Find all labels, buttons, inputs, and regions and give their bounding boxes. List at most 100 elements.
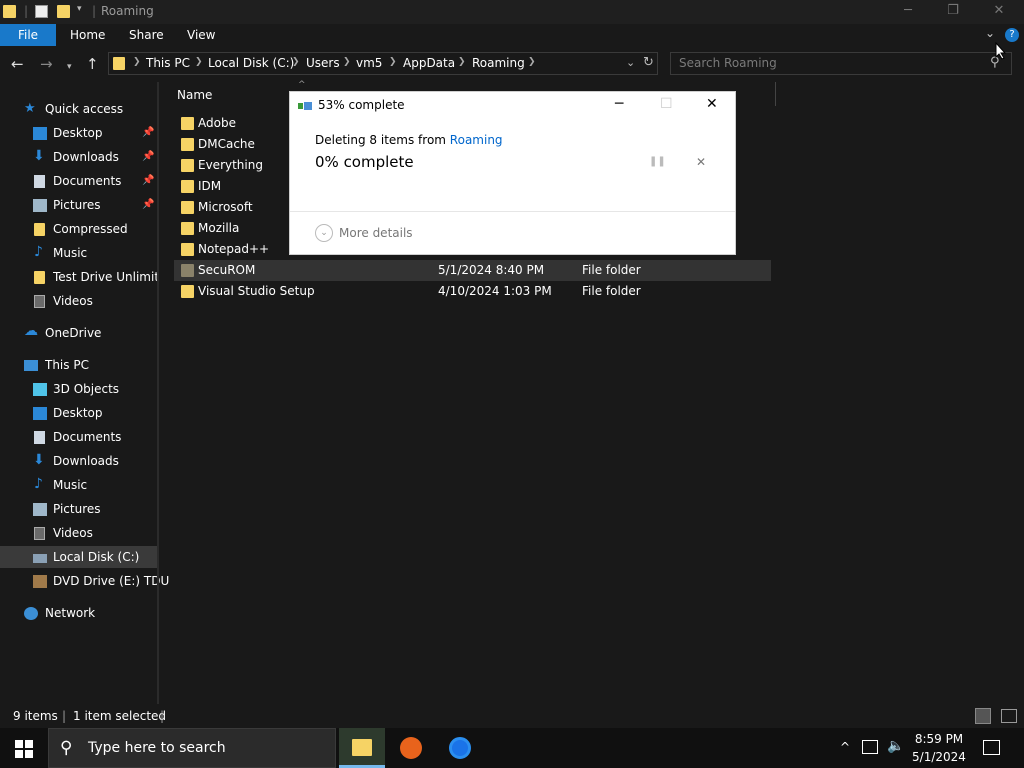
expand-ribbon-icon[interactable]: ⌄ bbox=[985, 26, 995, 40]
chevron-right-icon[interactable]: ❯ bbox=[133, 57, 141, 67]
nav-item-downloads[interactable]: ⬇ Downloads 📌 bbox=[0, 147, 157, 169]
nav-label: Pictures bbox=[53, 502, 101, 516]
nav-this-pc[interactable]: This PC bbox=[0, 355, 157, 377]
nav-item-pc-documents[interactable]: Documents bbox=[0, 427, 157, 449]
chevron-right-icon[interactable]: ❯ bbox=[528, 57, 536, 67]
back-icon[interactable]: ← bbox=[11, 55, 24, 73]
chevron-right-icon[interactable]: ❯ bbox=[292, 57, 300, 67]
nav-item-local-disk[interactable]: Local Disk (C:) bbox=[0, 547, 157, 569]
documents-icon bbox=[34, 175, 45, 188]
crumb-vm5[interactable]: vm5 bbox=[356, 56, 382, 70]
table-row[interactable]: Visual Studio Setup 4/10/2024 1:03 PM Fi… bbox=[174, 281, 771, 302]
browser-icon[interactable] bbox=[449, 737, 471, 759]
chevron-right-icon[interactable]: ❯ bbox=[195, 57, 203, 67]
folder-icon bbox=[181, 117, 194, 130]
large-icons-view-icon[interactable] bbox=[1001, 709, 1017, 723]
crumb-users[interactable]: Users bbox=[306, 56, 340, 70]
volume-muted-icon[interactable]: 🔈 bbox=[887, 738, 904, 754]
pin-icon[interactable]: 📌 bbox=[142, 199, 154, 210]
clock-time[interactable]: 8:59 PM bbox=[909, 732, 969, 746]
more-details-button[interactable]: More details bbox=[339, 226, 413, 240]
minimize-icon[interactable]: ─ bbox=[885, 0, 931, 24]
show-hidden-icons-icon[interactable]: ^ bbox=[840, 740, 850, 754]
nav-label: Desktop bbox=[53, 406, 103, 420]
nav-item-dvd-drive[interactable]: DVD Drive (E:) TDU bbox=[0, 571, 169, 593]
file-date: 4/10/2024 1:03 PM bbox=[438, 284, 552, 298]
forward-icon[interactable]: → bbox=[40, 55, 53, 73]
address-bar[interactable] bbox=[108, 52, 658, 75]
more-details-chevron-icon[interactable]: ⌄ bbox=[315, 224, 333, 242]
nav-item-test-drive[interactable]: Test Drive Unlimited bbox=[0, 267, 157, 289]
nav-network[interactable]: Network bbox=[0, 603, 157, 625]
chevron-right-icon[interactable]: ❯ bbox=[389, 57, 397, 67]
notifications-icon[interactable] bbox=[983, 740, 1000, 755]
pause-icon[interactable]: ❚❚ bbox=[649, 156, 666, 167]
recent-locations-icon[interactable]: ▾ bbox=[67, 58, 72, 76]
cancel-icon[interactable]: ✕ bbox=[696, 155, 706, 169]
nav-item-pc-videos[interactable]: Videos bbox=[0, 523, 157, 545]
chevron-right-icon[interactable]: ❯ bbox=[343, 57, 351, 67]
pane-divider[interactable] bbox=[157, 82, 159, 704]
column-divider[interactable] bbox=[775, 82, 776, 106]
nav-item-pc-downloads[interactable]: ⬇ Downloads bbox=[0, 451, 157, 473]
nav-label: Music bbox=[53, 246, 88, 260]
crumb-appdata[interactable]: AppData bbox=[403, 56, 455, 70]
tab-share[interactable]: Share bbox=[129, 24, 164, 46]
pin-icon[interactable]: 📌 bbox=[142, 175, 154, 186]
up-icon[interactable]: ↑ bbox=[86, 55, 99, 73]
nav-item-documents[interactable]: Documents 📌 bbox=[0, 171, 157, 193]
help-icon[interactable]: ? bbox=[1005, 28, 1019, 42]
table-row-selected[interactable]: SecuROM 5/1/2024 8:40 PM File folder bbox=[174, 260, 771, 281]
sort-up-icon: ^ bbox=[298, 80, 306, 90]
dialog-message-prefix: Deleting 8 items from bbox=[315, 133, 446, 147]
folder-icon bbox=[181, 222, 194, 235]
folder-icon bbox=[113, 57, 125, 70]
nav-onedrive[interactable]: ☁ OneDrive bbox=[0, 323, 157, 345]
nav-item-compressed[interactable]: Compressed bbox=[0, 219, 157, 241]
details-view-icon[interactable] bbox=[975, 708, 991, 724]
restore-icon[interactable]: ❐ bbox=[930, 0, 976, 24]
divider: | bbox=[24, 4, 29, 18]
address-dropdown-icon[interactable]: ⌄ bbox=[626, 56, 635, 69]
nav-item-pc-music[interactable]: ♪ Music bbox=[0, 475, 157, 497]
properties-icon[interactable] bbox=[35, 5, 48, 18]
nav-item-pc-pictures[interactable]: Pictures bbox=[0, 499, 157, 521]
close-icon[interactable]: ✕ bbox=[976, 0, 1022, 24]
crumb-local-disk[interactable]: Local Disk (C:) bbox=[208, 56, 294, 70]
file-name: Notepad++ bbox=[198, 242, 270, 256]
crumb-roaming[interactable]: Roaming bbox=[472, 56, 525, 70]
dialog-source-link[interactable]: Roaming bbox=[450, 133, 503, 147]
file-type: File folder bbox=[582, 263, 641, 277]
tab-view[interactable]: View bbox=[187, 24, 215, 46]
file-explorer-icon bbox=[352, 739, 372, 756]
delete-progress-icon bbox=[298, 100, 312, 110]
customize-qa-icon[interactable]: ▾ bbox=[77, 4, 82, 14]
crumb-this-pc[interactable]: This PC bbox=[146, 56, 190, 70]
firefox-icon[interactable] bbox=[400, 737, 422, 759]
pin-icon[interactable]: 📌 bbox=[142, 127, 154, 138]
dialog-close-icon[interactable]: ✕ bbox=[706, 96, 718, 112]
pin-icon[interactable]: 📌 bbox=[142, 151, 154, 162]
star-icon: ★ bbox=[24, 101, 36, 116]
nav-item-pictures[interactable]: Pictures 📌 bbox=[0, 195, 157, 217]
refresh-icon[interactable]: ↻ bbox=[643, 55, 654, 70]
column-header-name[interactable]: Name bbox=[177, 88, 212, 102]
desktop-icon bbox=[33, 127, 47, 140]
nav-item-desktop[interactable]: Desktop 📌 bbox=[0, 123, 157, 145]
windows-start-icon[interactable] bbox=[15, 740, 33, 761]
nav-quick-access[interactable]: ★ Quick access bbox=[0, 99, 157, 121]
dialog-maximize-icon: ☐ bbox=[660, 96, 673, 112]
nav-item-music[interactable]: ♪ Music bbox=[0, 243, 157, 265]
tab-home[interactable]: Home bbox=[70, 24, 105, 46]
nav-label: 3D Objects bbox=[53, 382, 120, 396]
nav-item-videos[interactable]: Videos bbox=[0, 291, 157, 313]
new-folder-icon[interactable] bbox=[57, 5, 70, 18]
network-status-icon[interactable] bbox=[862, 740, 878, 754]
tab-file[interactable]: File bbox=[0, 24, 56, 46]
chevron-right-icon[interactable]: ❯ bbox=[458, 57, 466, 67]
clock-date[interactable]: 5/1/2024 bbox=[909, 750, 969, 764]
nav-label: OneDrive bbox=[45, 326, 102, 340]
nav-item-pc-desktop[interactable]: Desktop bbox=[0, 403, 157, 425]
dialog-minimize-icon[interactable]: ─ bbox=[615, 96, 623, 112]
nav-item-3d-objects[interactable]: 3D Objects bbox=[0, 379, 157, 401]
